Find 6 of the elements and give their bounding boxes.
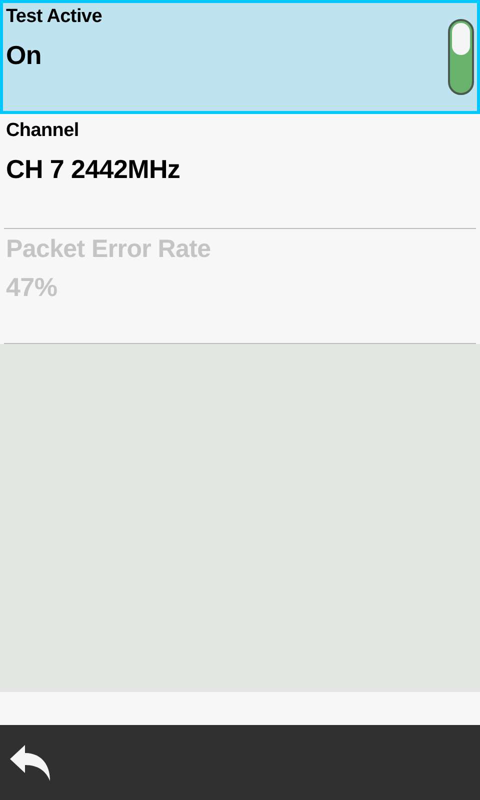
setting-value: On — [6, 40, 42, 71]
setting-label: Channel — [6, 120, 79, 142]
setting-value: CH 7 2442MHz — [6, 154, 180, 185]
toggle-switch[interactable] — [448, 19, 474, 95]
setting-row[interactable]: Test Active On — [0, 0, 480, 114]
setting-label: Test Active — [6, 6, 102, 28]
